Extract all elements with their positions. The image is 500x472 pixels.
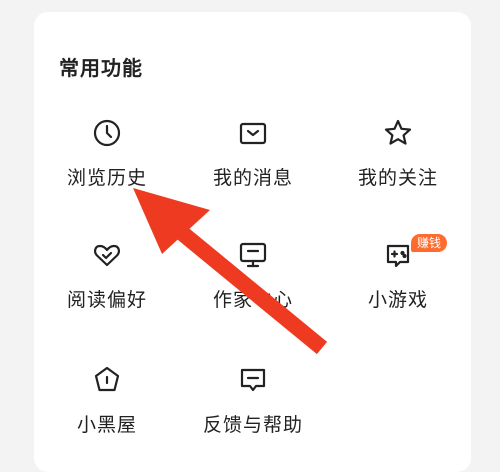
mini-games-button[interactable]: 赚钱 小游戏 xyxy=(328,234,468,328)
message-icon xyxy=(236,116,270,150)
clock-icon xyxy=(90,116,124,150)
browse-history-button[interactable]: 浏览历史 xyxy=(37,116,177,206)
writer-center-button[interactable]: 作家中心 xyxy=(183,238,323,328)
browse-history-label: 浏览历史 xyxy=(66,167,147,189)
star-icon xyxy=(381,116,415,150)
blacklist-label: 小黑屋 xyxy=(76,414,137,436)
writer-center-label: 作家中心 xyxy=(212,289,293,311)
blacklist-button[interactable]: 小黑屋 xyxy=(37,363,177,453)
reading-preference-button[interactable]: 阅读偏好 xyxy=(37,238,177,328)
my-messages-button[interactable]: 我的消息 xyxy=(183,116,323,206)
my-follows-label: 我的关注 xyxy=(357,167,438,189)
feedback-help-button[interactable]: 反馈与帮助 xyxy=(183,363,323,453)
my-follows-button[interactable]: 我的关注 xyxy=(328,116,468,206)
feedback-icon xyxy=(236,363,270,397)
heart-icon xyxy=(90,238,124,272)
my-messages-label: 我的消息 xyxy=(212,167,293,189)
earn-money-badge: 赚钱 xyxy=(411,234,448,252)
gamepad-icon xyxy=(381,238,415,272)
reading-preference-label: 阅读偏好 xyxy=(66,289,147,311)
feedback-help-label: 反馈与帮助 xyxy=(202,414,303,436)
mini-games-label: 小游戏 xyxy=(367,289,428,311)
section-title: 常用功能 xyxy=(59,56,143,80)
pentagon-alert-icon xyxy=(90,363,124,397)
monitor-icon xyxy=(236,238,270,272)
